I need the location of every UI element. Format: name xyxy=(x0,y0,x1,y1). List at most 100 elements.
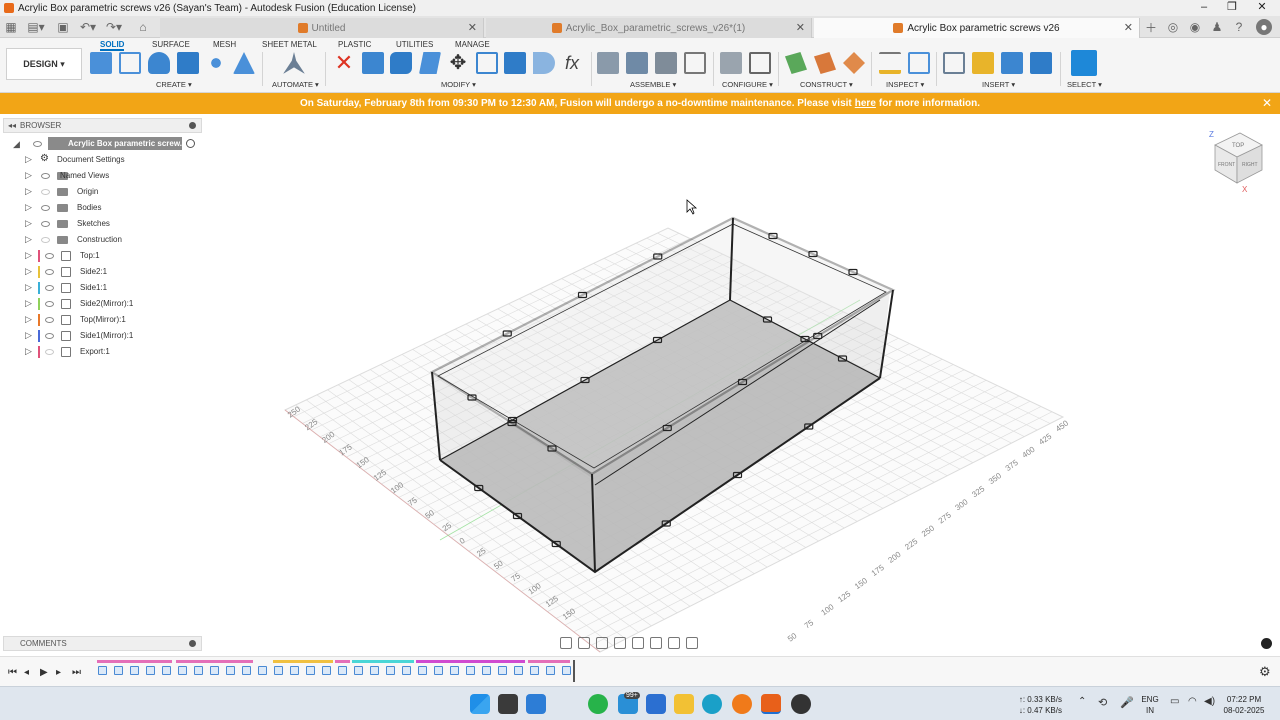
last-step-icon[interactable]: ⏭ xyxy=(72,667,81,678)
tab-acrylic-box[interactable]: Acrylic Box parametric screws v26 ✕ xyxy=(814,18,1140,38)
tab-acrylic-box-copy[interactable]: Acrylic_Box_parametric_screws_v26*(1) ✕ xyxy=(486,18,812,38)
orbit-icon[interactable] xyxy=(560,637,572,649)
timeline-feature-icon[interactable] xyxy=(562,666,571,675)
timeline-feature-icon[interactable] xyxy=(450,666,459,675)
viewcube-front[interactable]: FRONT xyxy=(1218,162,1235,168)
timeline-feature-icon[interactable] xyxy=(210,666,219,675)
browser-item[interactable]: ▷ Top(Mirror):1 xyxy=(0,312,200,328)
vscode-icon[interactable] xyxy=(646,694,666,714)
comments-panel-header[interactable]: COMMENTS xyxy=(3,636,202,651)
expand-icon[interactable]: ▷ xyxy=(25,186,32,197)
expand-root-icon[interactable]: ◢ xyxy=(13,139,20,150)
configure-icon[interactable] xyxy=(720,52,742,74)
show-hidden-icons[interactable]: ⌃ xyxy=(1078,696,1086,707)
browser-item[interactable]: ▷ Export:1 xyxy=(0,344,200,360)
tab-sheet-metal[interactable]: SHEET METAL xyxy=(262,40,317,50)
construct-group-label[interactable]: CONSTRUCT ▾ xyxy=(800,80,853,89)
expand-icon[interactable]: ▷ xyxy=(25,202,32,213)
insert-mesh-icon[interactable] xyxy=(972,52,994,74)
viewcube[interactable]: TOP FRONT RIGHT Z X xyxy=(1209,130,1263,194)
select-group-label[interactable]: SELECT ▾ xyxy=(1067,80,1102,89)
zoom-icon[interactable] xyxy=(614,637,626,649)
chamfer-icon[interactable] xyxy=(419,52,441,74)
activate-radio-icon[interactable] xyxy=(186,139,195,148)
expand-icon[interactable]: ▷ xyxy=(25,154,32,165)
browser-item[interactable]: ▷ Construction xyxy=(0,232,200,248)
insert-derive-icon[interactable] xyxy=(943,52,965,74)
timeline-group-bar[interactable] xyxy=(335,660,350,663)
timeline-feature-icon[interactable] xyxy=(274,666,283,675)
shell-icon[interactable] xyxy=(476,52,498,74)
look-at-icon[interactable] xyxy=(578,637,590,649)
timeline-feature-icon[interactable] xyxy=(162,666,171,675)
browser-panel-header[interactable]: ◂◂ BROWSER xyxy=(3,118,202,133)
mirror-icon[interactable] xyxy=(233,52,255,74)
chat-icon[interactable] xyxy=(1261,638,1272,649)
expand-icon[interactable]: ▷ xyxy=(25,298,32,309)
timeline-feature-icon[interactable] xyxy=(514,666,523,675)
home-icon[interactable]: ⌂ xyxy=(136,19,150,35)
display-icon[interactable]: ▭ xyxy=(1170,696,1179,707)
timeline-feature-icon[interactable] xyxy=(370,666,379,675)
expand-icon[interactable]: ▷ xyxy=(25,314,32,325)
pattern-icon[interactable] xyxy=(205,52,227,74)
browser-item[interactable]: ▷ ⚙ Document Settings xyxy=(0,152,200,168)
file-explorer-icon[interactable] xyxy=(674,694,694,714)
visibility-eye-icon[interactable] xyxy=(45,285,54,291)
microphone-icon[interactable]: 🎤 xyxy=(1120,696,1134,709)
volume-icon[interactable]: ◀) xyxy=(1204,696,1215,707)
minimize-button[interactable]: – xyxy=(1190,0,1218,16)
create-sketch-icon[interactable] xyxy=(119,52,141,74)
automate-group-label[interactable]: AUTOMATE ▾ xyxy=(272,80,319,89)
timeline-feature-icon[interactable] xyxy=(146,666,155,675)
tab-untitled[interactable]: Untitled ✕ xyxy=(160,18,484,38)
visibility-eye-icon[interactable] xyxy=(41,205,50,211)
visibility-eye-icon[interactable] xyxy=(41,221,50,227)
redo-icon[interactable]: ↷▾ xyxy=(104,19,124,35)
visibility-eye-icon[interactable] xyxy=(41,237,50,243)
tab-close-icon[interactable]: ✕ xyxy=(1124,21,1133,34)
3d-viewport[interactable]: 4504254003753503253002752502252001751501… xyxy=(205,114,1280,654)
workspace-switcher[interactable]: DESIGN ▾ xyxy=(6,48,82,80)
visibility-eye-icon[interactable] xyxy=(45,253,54,259)
timeline-feature-icon[interactable] xyxy=(386,666,395,675)
as-built-joint-icon[interactable] xyxy=(626,52,648,74)
create-group-label[interactable]: CREATE ▾ xyxy=(156,80,192,89)
timeline-feature-icon[interactable] xyxy=(354,666,363,675)
revolve-icon[interactable] xyxy=(177,52,199,74)
combine-icon[interactable] xyxy=(504,52,526,74)
timeline-feature-icon[interactable] xyxy=(418,666,427,675)
fusion-taskbar-icon[interactable] xyxy=(761,694,781,714)
expand-icon[interactable]: ▷ xyxy=(25,282,32,293)
timeline-feature-icon[interactable] xyxy=(242,666,251,675)
new-component-icon[interactable] xyxy=(90,52,112,74)
section-analysis-icon[interactable] xyxy=(908,52,930,74)
visibility-eye-icon[interactable] xyxy=(45,301,54,307)
timeline-feature-icon[interactable] xyxy=(530,666,539,675)
timeline-feature-icon[interactable] xyxy=(402,666,411,675)
timeline-feature-icon[interactable] xyxy=(290,666,299,675)
firefox-icon[interactable] xyxy=(732,694,752,714)
timeline-group-bar[interactable] xyxy=(528,660,570,663)
new-tab-icon[interactable]: ＋ xyxy=(1144,19,1158,35)
timeline-group-bar[interactable] xyxy=(352,660,414,663)
delete-icon[interactable]: ✕ xyxy=(333,52,355,74)
browser-item[interactable]: ▷ Side2:1 xyxy=(0,264,200,280)
comments-add-icon[interactable] xyxy=(189,640,196,647)
joint-origin-icon[interactable] xyxy=(655,52,677,74)
timeline-feature-icon[interactable] xyxy=(194,666,203,675)
visibility-eye-icon[interactable] xyxy=(33,141,42,147)
wifi-icon[interactable]: ◠ xyxy=(1188,696,1197,707)
measure-icon[interactable] xyxy=(879,52,901,74)
whatsapp-icon[interactable] xyxy=(588,694,608,714)
bom-icon[interactable] xyxy=(684,52,706,74)
tab-plastic[interactable]: PLASTIC xyxy=(338,40,371,50)
pin-icon[interactable] xyxy=(189,122,196,129)
expand-icon[interactable]: ▷ xyxy=(25,250,32,261)
timeline-feature-icon[interactable] xyxy=(482,666,491,675)
visibility-eye-icon[interactable] xyxy=(45,269,54,275)
close-button[interactable]: ✕ xyxy=(1248,0,1276,16)
timeline-feature-icon[interactable] xyxy=(306,666,315,675)
parameters-icon[interactable]: fx xyxy=(561,52,583,74)
viewcube-right[interactable]: RIGHT xyxy=(1242,162,1258,168)
